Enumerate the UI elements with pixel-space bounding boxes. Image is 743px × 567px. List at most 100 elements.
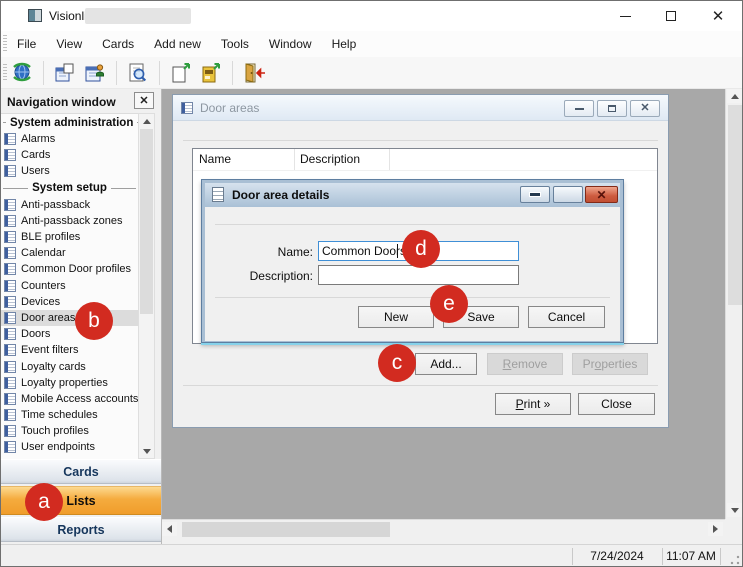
table-icon [181, 102, 193, 114]
column-divider[interactable] [294, 149, 295, 170]
column-header-name[interactable]: Name [199, 149, 231, 170]
close-button[interactable]: ✕ [630, 100, 660, 117]
restore-button[interactable] [597, 100, 627, 117]
column-header-description[interactable]: Description [300, 149, 360, 170]
menu-cards[interactable]: Cards [92, 31, 144, 57]
table-icon [4, 231, 16, 243]
maximize-icon [666, 11, 676, 21]
vertical-scrollbar[interactable] [725, 89, 743, 519]
menu-bar: File View Cards Add new Tools Window Hel… [1, 31, 742, 57]
add-button[interactable]: Add... [415, 353, 477, 375]
text-caret [397, 244, 398, 258]
scroll-down-icon[interactable] [139, 444, 154, 458]
navigation-scrollbar[interactable] [138, 113, 155, 459]
status-date: 7/24/2024 [573, 545, 661, 567]
horizontal-scrollbar[interactable] [162, 519, 725, 539]
scrollbar-corner [725, 519, 743, 539]
minimize-button[interactable] [520, 186, 550, 203]
app-icon [28, 9, 42, 22]
separator [183, 140, 658, 141]
annotation-badge-d: d [402, 230, 440, 268]
print-preview-icon[interactable] [123, 59, 153, 87]
new-button[interactable]: New [358, 306, 434, 328]
header-divider [193, 170, 657, 171]
maximize-button[interactable] [648, 1, 694, 31]
nav-item-event-filters[interactable]: Event filters [1, 342, 138, 358]
visionline-app-window: Visionline ✕ File View Cards Add new Too… [0, 0, 743, 567]
menu-view[interactable]: View [46, 31, 92, 57]
resize-grip-icon[interactable] [730, 555, 740, 565]
card-checkout-icon[interactable] [166, 59, 196, 87]
nav-item-doors[interactable]: Doors [1, 326, 138, 342]
column-divider[interactable] [389, 149, 390, 170]
menu-tools[interactable]: Tools [211, 31, 259, 57]
close-button[interactable]: ✕ [585, 186, 618, 203]
nav-item-door-areas[interactable]: Door areas [1, 310, 138, 326]
scroll-left-icon[interactable] [162, 522, 177, 536]
nav-item-devices[interactable]: Devices [1, 294, 138, 310]
windows-copy-icon[interactable] [50, 59, 80, 87]
close-icon: ✕ [139, 94, 148, 107]
print-button[interactable]: Print » [495, 393, 571, 415]
scrollbar-thumb[interactable] [728, 105, 742, 305]
nav-item-ble-profiles[interactable]: BLE profiles [1, 229, 138, 245]
separator [183, 385, 658, 386]
globe-icon[interactable] [7, 59, 37, 87]
nav-item-loyalty-cards[interactable]: Loyalty cards [1, 358, 138, 374]
table-icon [4, 296, 16, 308]
redacted-server-name [85, 8, 191, 24]
scroll-up-icon[interactable] [727, 89, 742, 103]
menu-add-new[interactable]: Add new [144, 31, 211, 57]
nav-item-touch-profiles[interactable]: Touch profiles [1, 423, 138, 439]
scroll-down-icon[interactable] [727, 503, 742, 517]
table-icon [4, 263, 16, 275]
table-icon [4, 344, 16, 356]
minimize-icon [529, 192, 541, 197]
windows-user-icon[interactable] [80, 59, 110, 87]
close-button[interactable]: ✕ [694, 1, 742, 31]
annotation-badge-c: c [378, 344, 416, 382]
table-icon [4, 409, 16, 421]
navigation-close-button[interactable]: ✕ [134, 92, 154, 109]
toolbar-separator [232, 61, 233, 85]
door-areas-title-bar[interactable]: Door areas ✕ [173, 95, 668, 121]
nav-item-alarms[interactable]: Alarms [1, 131, 138, 147]
menu-help[interactable]: Help [322, 31, 367, 57]
logout-door-icon[interactable] [239, 59, 269, 87]
menu-file[interactable]: File [7, 31, 46, 57]
nav-item-cards[interactable]: Cards [1, 147, 138, 163]
close-list-button[interactable]: Close [578, 393, 655, 415]
remove-button: Remove [487, 353, 563, 375]
nav-section-header: System setup [1, 180, 138, 197]
scrollbar-thumb[interactable] [140, 129, 153, 314]
properties-button: Properties [572, 353, 648, 375]
nav-item-time-schedules[interactable]: Time schedules [1, 407, 138, 423]
details-dialog-body: Name: Description: New Save Cancel [205, 207, 620, 341]
card-encoder-icon[interactable] [196, 59, 226, 87]
nav-item-counters[interactable]: Counters [1, 278, 138, 294]
nav-item-calendar[interactable]: Calendar [1, 245, 138, 261]
nav-item-user-endpoints[interactable]: User endpoints [1, 439, 138, 455]
scroll-right-icon[interactable] [708, 522, 723, 536]
nav-item-common-door-profiles[interactable]: Common Door profiles [1, 261, 138, 277]
annotation-badge-e: e [430, 285, 468, 323]
minimize-button[interactable] [564, 100, 594, 117]
table-icon [4, 328, 16, 340]
restore-button[interactable] [553, 186, 583, 203]
minimize-button[interactable] [602, 1, 648, 31]
nav-item-mobile-access-accounts[interactable]: Mobile Access accounts [1, 391, 138, 407]
table-icon [4, 361, 16, 373]
scrollbar-thumb[interactable] [182, 522, 390, 537]
menu-window[interactable]: Window [259, 31, 322, 57]
details-dialog-title-bar[interactable]: Door area details ✕ [205, 183, 620, 207]
toolbar-separator [43, 61, 44, 85]
scroll-up-icon[interactable] [139, 114, 154, 128]
nav-item-anti-passback[interactable]: Anti-passback [1, 197, 138, 213]
description-input[interactable] [318, 265, 519, 285]
cancel-button[interactable]: Cancel [528, 306, 605, 328]
nav-item-anti-passback-zones[interactable]: Anti-passback zones [1, 213, 138, 229]
sidebar-tab-reports[interactable]: Reports [1, 517, 161, 542]
nav-item-users[interactable]: Users [1, 163, 138, 179]
nav-item-loyalty-properties[interactable]: Loyalty properties [1, 375, 138, 391]
sidebar-tab-cards[interactable]: Cards [1, 459, 161, 484]
